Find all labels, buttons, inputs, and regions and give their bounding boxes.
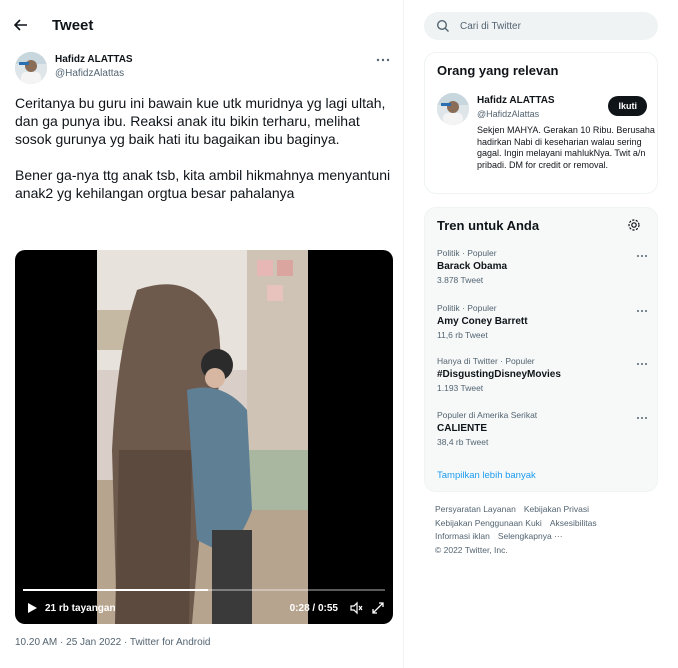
main-column: Tweet Hafidz ALATTAS @HafidzAlattas Ceri… [0, 0, 404, 668]
fullscreen-icon[interactable] [371, 601, 385, 615]
footer-link-cookies[interactable]: Kebijakan Penggunaan Kuki [435, 518, 542, 528]
footer-copyright: © 2022 Twitter, Inc. [435, 544, 508, 555]
trend-context: Politik · Populer [437, 303, 497, 313]
relevant-bio: Sekjen MAHYA. Gerakan 10 Ribu. Berusaha … [477, 125, 655, 170]
trend-count: 3.878 Tweet [437, 275, 484, 285]
footer-link-accessibility[interactable]: Aksesibilitas [550, 518, 597, 528]
trend-count: 1.193 Tweet [437, 383, 484, 393]
trend-item[interactable]: Hanya di Twitter · Populer #DisgustingDi… [437, 356, 647, 400]
page-title: Tweet [52, 17, 94, 34]
author-avatar[interactable] [15, 52, 47, 84]
trend-context: Populer di Amerika Serikat [437, 410, 538, 420]
tweet-text: Ceritanya bu guru ini bawain kue utk mur… [15, 94, 395, 220]
relevant-name[interactable]: Hafidz ALATTAS [477, 95, 555, 106]
trends-title: Tren untuk Anda [437, 218, 540, 233]
video-controls: 21 rb tayangan 0:28 / 0:55 [15, 598, 393, 618]
tweet-author: Hafidz ALATTAS @HafidzAlattas [15, 50, 395, 86]
search-bar[interactable] [424, 12, 658, 40]
more-options-icon[interactable] [375, 52, 391, 68]
trend-name: #DisgustingDisneyMovies [437, 369, 561, 380]
relevant-avatar[interactable] [437, 93, 469, 125]
follow-button[interactable]: Ikuti [608, 96, 647, 116]
video-progress-fill [23, 589, 208, 591]
show-more-link[interactable]: Tampilkan lebih banyak [437, 470, 536, 481]
relevant-people-card: Orang yang relevan Hafidz ALATTAS @Hafid… [424, 52, 658, 194]
video-frame [97, 250, 308, 624]
search-icon [436, 19, 450, 33]
more-options-icon[interactable] [635, 356, 649, 366]
trend-item[interactable]: Politik · Populer Barack Obama 3.878 Twe… [437, 248, 647, 292]
footer-link-ads-info[interactable]: Informasi iklan [435, 531, 490, 541]
trend-context: Hanya di Twitter · Populer [437, 356, 535, 366]
search-input[interactable] [460, 17, 650, 35]
trends-card: Tren untuk Anda Politik · Populer Barack… [424, 207, 658, 492]
trend-context: Politik · Populer [437, 248, 497, 258]
relevant-title: Orang yang relevan [437, 63, 559, 78]
tweet-timestamp[interactable]: 10.20 AM · 25 Jan 2022 · Twitter for And… [15, 637, 210, 648]
author-name[interactable]: Hafidz ALATTAS [55, 54, 133, 65]
more-options-icon[interactable] [635, 303, 649, 313]
footer-link-more[interactable]: Selengkapnya ··· [498, 531, 563, 541]
video-time: 0:28 / 0:55 [289, 603, 338, 614]
play-icon[interactable] [25, 601, 39, 615]
relevant-handle[interactable]: @HafidzAlattas [477, 109, 539, 119]
volume-icon[interactable] [349, 601, 363, 615]
gear-icon[interactable] [627, 218, 641, 232]
trend-name: Barack Obama [437, 261, 508, 272]
tweet-paragraph-2: Bener ga-nya ttg anak tsb, kita ambil hi… [15, 167, 391, 201]
more-options-icon[interactable] [635, 248, 649, 258]
tweet-paragraph-1: Ceritanya bu guru ini bawain kue utk mur… [15, 95, 386, 147]
author-handle[interactable]: @HafidzAlattas [55, 68, 124, 79]
footer-link-privacy[interactable]: Kebijakan Privasi [524, 504, 589, 514]
trend-item[interactable]: Politik · Populer Amy Coney Barrett 11,6… [437, 303, 647, 347]
back-arrow-icon[interactable] [10, 14, 32, 36]
footer-link-terms[interactable]: Persyaratan Layanan [435, 504, 516, 514]
trend-count: 38,4 rb Tweet [437, 437, 489, 447]
trend-name: Amy Coney Barrett [437, 316, 528, 327]
more-options-icon[interactable] [635, 410, 649, 420]
view-count: 21 rb tayangan [45, 603, 116, 614]
footer-links: Persyaratan Layanan Kebijakan Privasi Keb… [435, 503, 655, 557]
header-bar: Tweet [0, 0, 404, 50]
trend-name: CALIENTE [437, 423, 487, 434]
trend-item[interactable]: Populer di Amerika Serikat CALIENTE 38,4… [437, 410, 647, 454]
trend-count: 11,6 rb Tweet [437, 330, 488, 340]
video-player[interactable]: 21 rb tayangan 0:28 / 0:55 [15, 250, 393, 624]
video-progress-bar[interactable] [23, 589, 385, 591]
